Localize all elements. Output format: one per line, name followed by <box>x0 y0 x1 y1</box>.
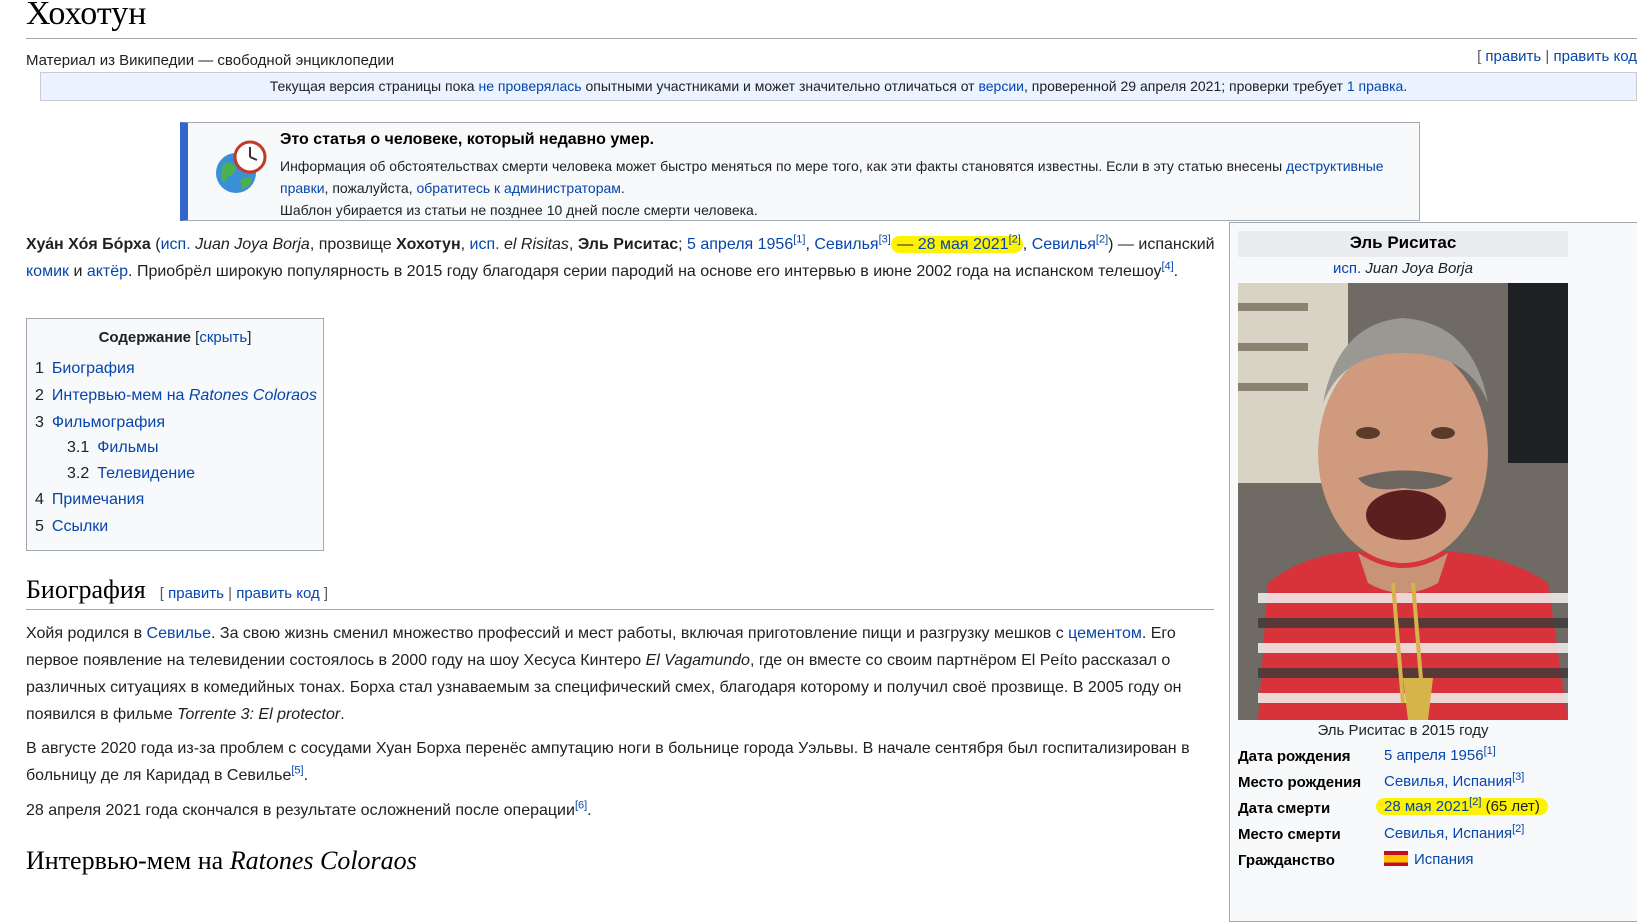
toc-item-links[interactable]: 5 Ссылки <box>35 518 108 536</box>
spanish-lang-link-2[interactable]: исп. <box>470 236 500 253</box>
infobox-value-death-date: 28 мая 2021[2] (65 лет) <box>1376 796 1548 815</box>
ref-link[interactable]: [6] <box>575 800 587 812</box>
recent-death-notice: Это статья о человеке, который недавно у… <box>180 122 1420 221</box>
flagged-revision-banner: Текущая версия страницы пока не проверял… <box>40 72 1637 101</box>
clock-globe-icon <box>216 140 267 193</box>
page-edit-links: [ править | править код <box>1477 48 1637 65</box>
section-edit-link[interactable]: править <box>168 585 224 602</box>
section-edit-source-link[interactable]: править код <box>236 585 320 602</box>
ref-link[interactable]: [3] <box>1512 771 1524 783</box>
toc-hide-toggle[interactable]: скрыть <box>199 329 247 346</box>
ref-link[interactable]: [2] <box>1512 823 1524 835</box>
infobox-value-birth-date: 5 апреля 1956[1] <box>1384 745 1496 765</box>
section-divider <box>26 609 1214 610</box>
infobox-value-birth-place: Севилья, Испания[3] <box>1384 771 1525 791</box>
infobox-native-name: исп. Juan Joya Borja <box>1333 260 1473 277</box>
toc-item-biography[interactable]: 1 Биография <box>35 360 135 378</box>
infobox-value-citizenship: Испания <box>1384 851 1474 868</box>
site-tagline: Материал из Википедии — свободной энцикл… <box>26 52 395 69</box>
notice-title: Это статья о человеке, который недавно у… <box>280 131 655 148</box>
page-title: Хохотун <box>26 0 147 32</box>
ref-link[interactable]: [3] <box>879 234 891 246</box>
ref-link[interactable]: [5] <box>291 765 303 777</box>
cement-link[interactable]: цементом <box>1068 625 1142 642</box>
photo-caption: Эль Риситас в 2015 году <box>1317 722 1489 739</box>
portrait-photo[interactable] <box>1238 283 1568 720</box>
lead-paragraph: Хуа́н Хо́я Бо́рха (исп. Juan Joya Borja,… <box>26 233 1215 280</box>
subject-name: Хуа́н Хо́я Бо́рха <box>26 236 151 253</box>
spain-flag-icon <box>1384 851 1408 866</box>
toc-item-notes[interactable]: 4 Примечания <box>35 491 144 509</box>
toc-item-filmography[interactable]: 3 Фильмография <box>35 414 165 432</box>
infobox-value-death-place: Севилья, Испания[2] <box>1384 823 1525 843</box>
notice-text: Информация об обстоятельствах смерти чел… <box>280 158 1384 218</box>
infobox-title: Эль Риситас <box>1349 233 1457 252</box>
version-link[interactable]: версии <box>978 78 1024 94</box>
ref-link[interactable]: [2] <box>1096 234 1108 246</box>
table-of-contents: Содержание [скрыть] 1 Биография 2 Интервью… <box>26 318 324 551</box>
ref-link[interactable]: [1] <box>1484 745 1496 757</box>
death-date-link[interactable]: 28 мая 2021 <box>918 236 1009 253</box>
seville-link[interactable]: Севилье <box>147 625 211 642</box>
infobox: Эль Риситас исп. Juan Joya Borja Эль Рис… <box>1229 222 1637 922</box>
infobox-label-citizenship: Гражданство <box>1238 852 1335 869</box>
title-divider <box>26 38 1637 39</box>
infobox-label-death-date: Дата смерти <box>1238 800 1331 817</box>
edit-source-link[interactable]: править код <box>1553 48 1637 65</box>
edit-link[interactable]: править <box>1485 48 1541 65</box>
contact-admins-link[interactable]: обратитесь к администраторам <box>417 180 621 196</box>
section-heading-interview: Интервью-мем на Ratones Coloraos <box>26 846 417 875</box>
infobox-label-death-place: Место смерти <box>1238 826 1341 843</box>
unchecked-link[interactable]: не проверялась <box>478 78 581 94</box>
comedian-link[interactable]: комик <box>26 263 69 280</box>
infobox-label-birth-date: Дата рождения <box>1238 748 1351 765</box>
biography-paragraph-2: В августе 2020 года из-за проблем с сосу… <box>26 740 1190 784</box>
toc-item-films[interactable]: 3.1 Фильмы <box>67 439 159 457</box>
birth-place-link[interactable]: Севилья <box>814 236 878 253</box>
toc-title: Содержание [скрыть] <box>98 329 252 346</box>
death-place-link[interactable]: Севилья <box>1032 236 1096 253</box>
section-heading-biography: Биография[ править | править код ] <box>26 575 329 604</box>
infobox-label-birth-place: Место рождения <box>1238 774 1362 791</box>
ref-link[interactable]: [4] <box>1161 261 1173 273</box>
pending-edits-link[interactable]: 1 правка <box>1347 78 1404 94</box>
ref-link[interactable]: [2] <box>1469 796 1481 808</box>
toc-item-television[interactable]: 3.2 Телевидение <box>67 465 195 483</box>
biography-paragraph-1: Хойя родился в Севилье. За свою жизнь см… <box>26 625 1182 723</box>
actor-link[interactable]: актёр <box>87 263 128 280</box>
highlighted-death-date: — 28 мая 2021[2] <box>890 233 1023 253</box>
spanish-lang-link-infobox[interactable]: исп. <box>1333 260 1361 277</box>
biography-paragraph-3: 28 апреля 2021 года скончался в результа… <box>26 799 592 819</box>
ref-link[interactable]: [1] <box>793 234 805 246</box>
toc-item-interview[interactable]: 2 Интервью-мем на Ratones Coloraos <box>35 387 317 405</box>
ref-link[interactable]: [2] <box>1009 234 1021 246</box>
spanish-lang-link[interactable]: исп. <box>161 236 191 253</box>
birth-date-link[interactable]: 5 апреля 1956 <box>687 236 793 253</box>
